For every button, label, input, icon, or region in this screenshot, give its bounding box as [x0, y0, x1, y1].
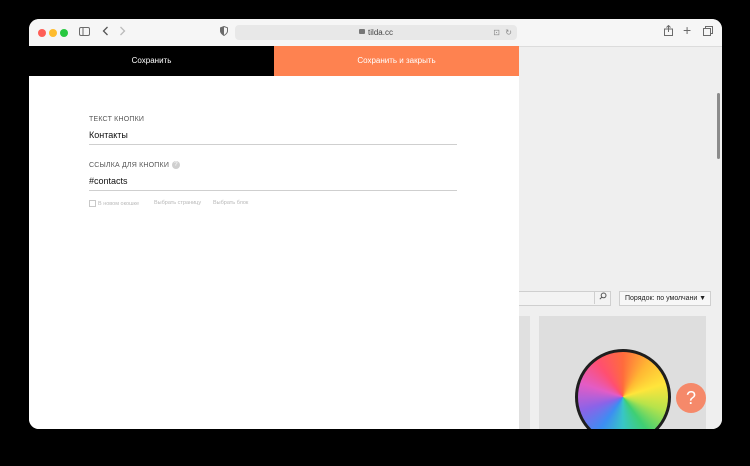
close-window-button[interactable] [38, 29, 46, 37]
button-text-underline [89, 144, 457, 145]
button-text-input[interactable]: Контакты [89, 130, 128, 140]
minimize-window-button[interactable] [49, 29, 57, 37]
search-icon[interactable] [594, 291, 610, 304]
button-settings-panel: Сохранить Сохранить и закрыть ТЕКСТ КНОП… [29, 46, 519, 429]
address-bar[interactable]: tilda.cc ⊡ ↻ [235, 25, 517, 40]
reload-icon[interactable]: ↻ [505, 25, 512, 40]
question-icon[interactable]: ? [172, 161, 181, 169]
sort-select-value: Порядок: по умолчани [625, 295, 698, 302]
share-icon[interactable] [664, 24, 673, 39]
new-window-option[interactable]: В новом окошке [89, 200, 139, 207]
plus-icon[interactable]: + [683, 23, 691, 37]
translate-icon[interactable]: ⊡ [493, 25, 500, 40]
choose-block-link[interactable]: Выбрать блок [213, 200, 248, 206]
lock-icon [359, 29, 366, 35]
address-url: tilda.cc [368, 28, 393, 37]
save-and-close-button[interactable]: Сохранить и закрыть [274, 46, 519, 76]
button-link-label-row: ССЫЛКА ДЛЯ КНОПКИ? [89, 161, 181, 169]
browser-toolbar: tilda.cc ⊡ ↻ + [29, 19, 722, 47]
chevron-right-icon[interactable] [119, 25, 126, 39]
zoom-window-button[interactable] [60, 29, 68, 37]
choose-page-link[interactable]: Выбрать страницу [154, 200, 201, 206]
product-card[interactable] [519, 316, 530, 429]
dropdown-arrow-icon: ▼ [699, 295, 706, 302]
new-window-label: В новом окошке [98, 200, 140, 207]
button-link-underline [89, 190, 457, 191]
button-link-label: ССЫЛКА ДЛЯ КНОПКИ [89, 161, 170, 169]
help-button[interactable]: ? [676, 383, 706, 413]
save-button[interactable]: Сохранить [29, 46, 274, 76]
button-link-input[interactable]: #contacts [89, 176, 128, 186]
sort-select[interactable]: Порядок: по умолчани ▼ [619, 291, 711, 306]
shield-icon[interactable] [220, 25, 228, 39]
button-text-label: ТЕКСТ КНОПКИ [89, 116, 145, 123]
scrollbar[interactable] [717, 93, 720, 159]
sidebar-icon[interactable] [79, 25, 90, 39]
new-window-checkbox[interactable] [89, 200, 96, 207]
browser-window: tilda.cc ⊡ ↻ + Порядок: по умолчани ▼ ? … [29, 19, 722, 429]
chevron-left-icon[interactable] [102, 25, 109, 39]
tabs-icon[interactable] [703, 25, 713, 39]
